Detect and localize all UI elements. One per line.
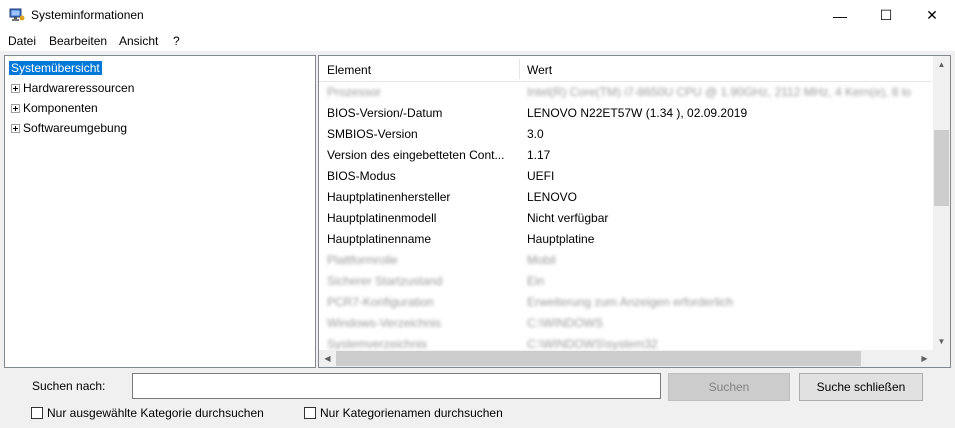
row-value: Mobil xyxy=(527,253,556,267)
expand-icon[interactable] xyxy=(11,104,20,114)
row-element: BIOS-Version/-Datum xyxy=(327,106,443,120)
list-header: Element Wert xyxy=(319,56,932,82)
vertical-scroll-thumb[interactable] xyxy=(934,130,949,206)
tree-item-label: Hardwareressourcen xyxy=(23,81,135,95)
row-element: Windows-Verzeichnis xyxy=(327,316,442,330)
row-value: C:\WINDOWS xyxy=(527,316,603,330)
option-category-names[interactable]: Nur Kategorienamen durchsuchen xyxy=(304,405,503,421)
row-element: Plattformrolle xyxy=(327,253,398,267)
column-header-element[interactable]: Element xyxy=(327,63,371,77)
table-row[interactable]: Hauptplatinenhersteller LENOVO xyxy=(319,187,932,208)
scrollbar-corner xyxy=(933,350,950,367)
maximize-button[interactable]: ☐ xyxy=(863,0,909,31)
close-search-button[interactable]: Suche schließen xyxy=(799,373,923,401)
table-row[interactable]: Windows-Verzeichnis C:\WINDOWS xyxy=(319,313,932,334)
window-title: Systeminformationen xyxy=(31,8,144,22)
table-row[interactable]: BIOS-Modus UEFI xyxy=(319,166,932,187)
tree-item-label: Komponenten xyxy=(23,101,98,115)
tree-item-komponenten[interactable]: Komponenten xyxy=(11,99,98,117)
row-element: Sicherer Startzustand xyxy=(327,274,443,288)
table-row[interactable]: SMBIOS-Version 3.0 xyxy=(319,124,932,145)
horizontal-scroll-thumb[interactable] xyxy=(336,351,861,366)
checkbox-selected-category[interactable] xyxy=(31,407,43,419)
column-header-wert[interactable]: Wert xyxy=(527,63,552,77)
row-element: Version des eingebetteten Cont... xyxy=(327,148,505,162)
tree-item-systemuebersicht[interactable]: Systemübersicht xyxy=(9,59,102,77)
menu-ansicht[interactable]: Ansicht xyxy=(119,34,158,48)
row-value: UEFI xyxy=(527,169,555,183)
menu-help[interactable]: ? xyxy=(173,34,180,48)
option-category-names-label: Nur Kategorienamen durchsuchen xyxy=(320,406,503,420)
row-element: PCR7-Konfiguration xyxy=(327,295,434,309)
column-divider[interactable] xyxy=(519,59,520,79)
title-bar: Systeminformationen — ☐ ✕ xyxy=(0,0,955,31)
tree-item-hardwareressourcen[interactable]: Hardwareressourcen xyxy=(11,79,134,97)
checkbox-category-names[interactable] xyxy=(304,407,316,419)
tree-item-softwareumgebung[interactable]: Softwareumgebung xyxy=(11,119,127,137)
table-row[interactable]: Plattformrolle Mobil xyxy=(319,250,932,271)
scroll-down-icon[interactable]: ▼ xyxy=(933,333,950,350)
row-element: Hauptplatinenmodell xyxy=(327,211,437,225)
maximize-icon: ☐ xyxy=(879,7,893,23)
row-element: Prozessor xyxy=(327,85,382,99)
table-row[interactable]: Hauptplatinenname Hauptplatine xyxy=(319,229,932,250)
minimize-icon: — xyxy=(833,7,847,24)
close-icon: ✕ xyxy=(926,7,938,23)
table-row[interactable]: BIOS-Version/-Datum LENOVO N22ET57W (1.34… xyxy=(319,103,932,124)
tree-item-label: Softwareumgebung xyxy=(23,121,128,135)
row-value: 1.17 xyxy=(527,148,551,162)
menu-bearbeiten[interactable]: Bearbeiten xyxy=(49,34,107,48)
menu-datei[interactable]: Datei xyxy=(8,34,36,48)
row-element: SMBIOS-Version xyxy=(327,127,418,141)
row-value: Nicht verfügbar xyxy=(527,211,609,225)
minimize-button[interactable]: — xyxy=(817,0,863,31)
scroll-right-icon[interactable]: ▶ xyxy=(916,350,933,367)
search-input[interactable] xyxy=(132,373,661,399)
category-tree[interactable]: Systemübersicht Hardwareressourcen Kompo… xyxy=(4,55,316,368)
row-value: Hauptplatine xyxy=(527,232,595,246)
table-row[interactable]: Prozessor Intel(R) Core(TM) i7-8650U CPU … xyxy=(319,82,932,103)
search-label: Suchen nach: xyxy=(32,379,106,393)
scroll-left-icon[interactable]: ◀ xyxy=(319,350,336,367)
vertical-scrollbar[interactable]: ▲ ▼ xyxy=(933,56,950,350)
menu-bar: Datei Bearbeiten Ansicht ? xyxy=(0,31,955,51)
option-selected-category-label: Nur ausgewählte Kategorie durchsuchen xyxy=(47,406,264,420)
search-button[interactable]: Suchen xyxy=(668,373,790,401)
row-element: Hauptplatinenname xyxy=(327,232,432,246)
row-value: LENOVO N22ET57W (1.34 ), 02.09.2019 xyxy=(527,106,748,120)
table-row[interactable]: Hauptplatinenmodell Nicht verfügbar xyxy=(319,208,932,229)
horizontal-scrollbar[interactable]: ◀ ▶ xyxy=(319,350,933,367)
details-list[interactable]: Element Wert Prozessor Intel(R) Core(TM) … xyxy=(318,55,951,368)
system-info-app-icon xyxy=(9,8,25,21)
row-value: Intel(R) Core(TM) i7-8650U CPU @ 1.90GHz… xyxy=(527,85,912,99)
expand-icon[interactable] xyxy=(11,84,20,94)
row-element: BIOS-Modus xyxy=(327,169,396,183)
row-value: Erweiterung zum Anzeigen erforderlich xyxy=(527,295,734,309)
row-value: LENOVO xyxy=(527,190,578,204)
row-value: Ein xyxy=(527,274,545,288)
row-value: 3.0 xyxy=(527,127,544,141)
tree-item-label: Systemübersicht xyxy=(9,61,102,75)
expand-icon[interactable] xyxy=(11,124,20,134)
table-row[interactable]: Version des eingebetteten Cont... 1.17 xyxy=(319,145,932,166)
close-button[interactable]: ✕ xyxy=(909,0,955,31)
scroll-up-icon[interactable]: ▲ xyxy=(933,56,950,73)
option-selected-category[interactable]: Nur ausgewählte Kategorie durchsuchen xyxy=(31,405,264,421)
row-element: Hauptplatinenhersteller xyxy=(327,190,451,204)
table-row[interactable]: Sicherer Startzustand Ein xyxy=(319,271,932,292)
table-row[interactable]: PCR7-Konfiguration Erweiterung zum Anzeig… xyxy=(319,292,932,313)
